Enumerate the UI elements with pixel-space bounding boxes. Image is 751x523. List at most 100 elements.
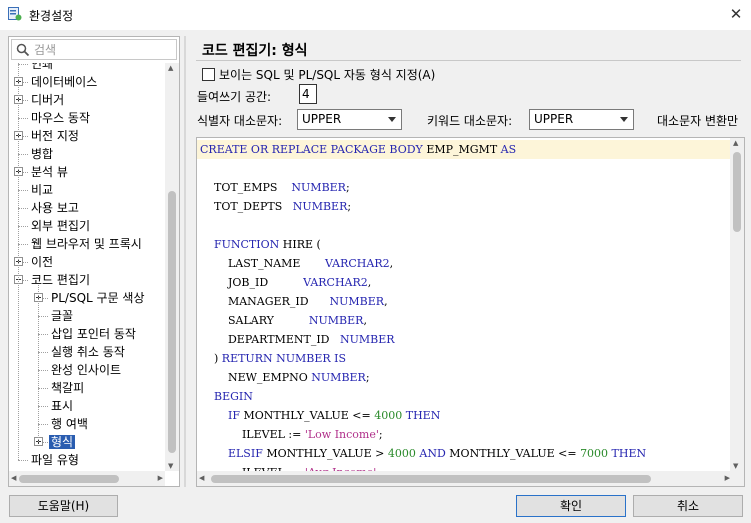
tree-item-label: 삽입 포인터 동작	[51, 327, 136, 341]
scroll-right-arrow-icon[interactable]: ▶	[158, 474, 163, 482]
code-token: NUMBER	[291, 181, 346, 194]
code-token: ;	[378, 428, 383, 441]
help-button[interactable]: 도움말(H)	[9, 495, 118, 517]
tree-item-label: 인쇄	[31, 63, 54, 71]
scroll-left-arrow-icon[interactable]: ◀	[199, 474, 204, 482]
search-box[interactable]	[11, 39, 177, 60]
tree-connector	[18, 226, 28, 227]
tree-item[interactable]: 마우스 동작	[29, 109, 92, 127]
code-horizontal-scrollbar[interactable]: ◀ ▶	[197, 471, 732, 486]
auto-format-label[interactable]: 보이는 SQL 및 PL/SQL 자동 형식 지정(A)	[219, 66, 435, 83]
tree-item[interactable]: 완성 인사이트	[49, 361, 123, 379]
code-vertical-scrollbar[interactable]: ▲ ▼	[730, 138, 744, 471]
scroll-down-arrow-icon[interactable]: ▼	[168, 462, 173, 470]
tree-item[interactable]: 삽입 포인터 동작	[49, 325, 138, 343]
code-token: BEGIN	[200, 390, 253, 403]
tree-item[interactable]: PL/SQL 구문 색상	[49, 289, 147, 307]
tree-item[interactable]: 행 여백	[49, 415, 90, 433]
code-token: MONTHLY_VALUE <=	[449, 447, 581, 460]
tree-item[interactable]: 병합	[29, 145, 55, 163]
code-line: TOT_DEPTS NUMBER;	[197, 197, 732, 216]
page-title: 코드 편집기: 형식	[202, 43, 308, 59]
tree-connector	[38, 370, 48, 371]
search-input[interactable]	[34, 41, 174, 58]
code-token: TOT_DEPTS	[200, 200, 293, 213]
code-token: )	[200, 352, 222, 365]
keyword-case-label: 키워드 대소문자:	[427, 114, 513, 128]
tree-item[interactable]: 이전	[29, 253, 55, 271]
ok-button[interactable]: 확인	[516, 495, 626, 517]
tree-item-label: 웹 브라우저 및 프록시	[31, 237, 142, 251]
code-token: ,	[389, 257, 394, 270]
close-button[interactable]: ✕	[721, 0, 751, 30]
tree-item[interactable]: 형식	[49, 433, 76, 451]
preferences-nav-panel: 인쇄데이터베이스디버거마우스 동작버전 지정병합분석 뷰비교사용 보고외부 편집…	[8, 36, 180, 487]
scroll-left-arrow-icon[interactable]: ◀	[11, 474, 16, 482]
tree-item[interactable]: 분석 뷰	[29, 163, 70, 181]
code-token: ,	[367, 276, 372, 289]
preferences-tree: 인쇄데이터베이스디버거 마우스 동작버전 지정병합분석 뷰 비교 사용 보고 외부 편집…	[9, 63, 165, 471]
keyword-case-select[interactable]: UPPER	[529, 109, 634, 130]
code-token: JOB_ID	[200, 276, 304, 289]
tree-item[interactable]: 글꼴	[49, 307, 75, 325]
code-token: AS	[500, 143, 517, 156]
tree-item-label: 글꼴	[51, 309, 74, 323]
scroll-down-arrow-icon[interactable]: ▼	[733, 462, 738, 470]
tree-item[interactable]: 표시	[49, 397, 75, 415]
tree-item[interactable]: 데이터베이스	[29, 73, 99, 91]
tree-horizontal-scroll-thumb[interactable]	[19, 475, 119, 483]
code-token: CREATE OR REPLACE PACKAGE BODY	[200, 143, 427, 156]
tree-item[interactable]: 버전 지정	[29, 127, 81, 145]
identifier-case-label: 식별자 대소문자:	[197, 114, 283, 128]
code-line: ELSIF MONTHLY_VALUE > 4000 AND MONTHLY_V…	[197, 444, 732, 463]
tree-item[interactable]: 책갈피	[49, 379, 86, 397]
chevron-down-icon	[388, 117, 396, 122]
tree-connector	[18, 460, 28, 461]
tree-item-label: 버전 지정	[31, 129, 79, 143]
code-line: FUNCTION HIRE (	[197, 235, 732, 254]
code-token: 7000	[580, 447, 609, 460]
code-token: ILEVEL :=	[200, 428, 305, 441]
code-horizontal-scroll-thumb[interactable]	[211, 475, 651, 483]
code-line: ) RETURN NUMBER IS	[197, 349, 732, 368]
tree-item-label: 형식	[49, 435, 76, 449]
cancel-button[interactable]: 취소	[633, 495, 743, 517]
tree-item[interactable]: 디버거	[29, 91, 66, 109]
tree-item[interactable]: 실행 취소 동작	[49, 343, 127, 361]
chevron-down-icon	[620, 117, 628, 122]
window-title: 환경설정	[29, 9, 74, 23]
tree-item-label: 데이터베이스	[31, 75, 98, 89]
tree-connector	[38, 316, 48, 317]
tree-horizontal-scrollbar[interactable]: ◀ ▶	[9, 471, 165, 486]
panel-splitter[interactable]	[184, 36, 186, 487]
code-vertical-scroll-thumb[interactable]	[733, 152, 741, 232]
code-token: NUMBER	[311, 371, 366, 384]
tree-item[interactable]: 웹 브라우저 및 프록시	[29, 235, 144, 253]
case-convert-only-label[interactable]: 대소문자 변환만	[657, 112, 738, 129]
tree-vertical-scrollbar[interactable]: ▲ ▼	[165, 63, 179, 471]
code-token: 4000	[374, 409, 403, 422]
tree-item[interactable]: 사용 보고	[29, 199, 81, 217]
tree-item[interactable]: 외부 편집기	[29, 217, 92, 235]
scroll-up-arrow-icon[interactable]: ▲	[168, 64, 173, 72]
indent-spaces-input[interactable]: 4	[299, 84, 317, 104]
tree-connector	[38, 334, 48, 335]
code-token: DEPARTMENT_ID	[200, 333, 340, 346]
code-line: TOT_EMPS NUMBER;	[197, 178, 732, 197]
code-token: NUMBER	[340, 333, 395, 346]
tree-item-label: 병합	[31, 147, 54, 161]
auto-format-checkbox[interactable]	[202, 68, 215, 81]
code-line: NEW_EMPNO NUMBER;	[197, 368, 732, 387]
tree-item[interactable]: 비교	[29, 181, 55, 199]
tree-vertical-scroll-thumb[interactable]	[168, 191, 176, 453]
identifier-case-select[interactable]: UPPER	[297, 109, 402, 130]
scroll-up-arrow-icon[interactable]: ▲	[733, 139, 738, 147]
code-preview[interactable]: CREATE OR REPLACE PACKAGE BODY EMP_MGMT …	[196, 137, 745, 487]
code-token: AND	[415, 447, 450, 460]
code-token: ;	[365, 371, 370, 384]
code-line: MANAGER_ID NUMBER,	[197, 292, 732, 311]
tree-item[interactable]: 파일 유형	[29, 451, 81, 469]
preferences-icon	[8, 7, 22, 21]
tree-item[interactable]: 인쇄	[29, 63, 55, 73]
code-line: DEPARTMENT_ID NUMBER	[197, 330, 732, 349]
